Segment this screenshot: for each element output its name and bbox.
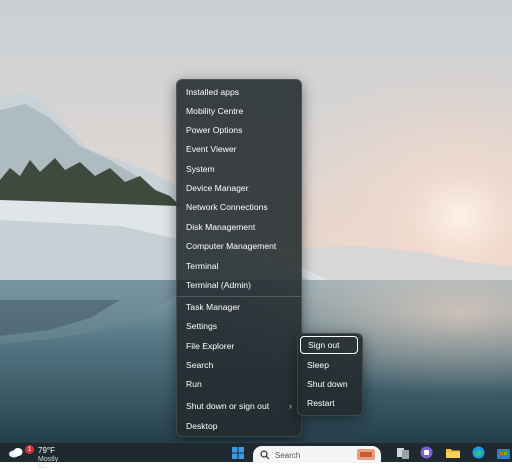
weather-widget[interactable]: 1 79°F Mostly cl... (8, 443, 68, 470)
menu-item-device-manager[interactable]: Device Manager (177, 179, 301, 197)
search-highlight-icon (357, 449, 375, 460)
menu-item-label: Shut down or sign out (186, 401, 270, 411)
menu-item-shut-down-or-sign-out[interactable]: Shut down or sign out › (177, 397, 301, 415)
teams-icon[interactable] (420, 446, 433, 459)
submenu-item-sign-out[interactable]: Sign out (300, 336, 358, 354)
menu-item-installed-apps[interactable]: Installed apps (177, 83, 301, 101)
menu-item-computer-management[interactable]: Computer Management (177, 237, 301, 255)
edge-icon[interactable] (472, 446, 485, 459)
menu-item-desktop[interactable]: Desktop (177, 417, 301, 435)
menu-item-terminal-admin[interactable]: Terminal (Admin) (177, 276, 301, 294)
menu-item-terminal[interactable]: Terminal (177, 257, 301, 275)
search-icon (260, 450, 270, 460)
winx-context-menu: Installed apps Mobility Centre Power Opt… (176, 79, 302, 437)
menu-item-run[interactable]: Run (177, 375, 301, 393)
menu-item-system[interactable]: System (177, 160, 301, 178)
menu-item-power-options[interactable]: Power Options (177, 121, 301, 139)
menu-item-search[interactable]: Search (177, 356, 301, 374)
store-icon[interactable] (497, 447, 510, 459)
menu-item-file-explorer[interactable]: File Explorer (177, 337, 301, 355)
taskbar-search-box[interactable]: Search (253, 446, 381, 463)
shutdown-submenu: Sign out Sleep Shut down Restart (297, 333, 363, 416)
submenu-item-restart[interactable]: Restart (298, 394, 362, 412)
weather-condition: Mostly cl... (38, 456, 59, 470)
windows-start-icon[interactable] (232, 447, 244, 459)
submenu-item-sleep[interactable]: Sleep (298, 356, 362, 374)
submenu-item-shut-down[interactable]: Shut down (298, 375, 362, 393)
search-placeholder: Search (275, 451, 301, 460)
menu-item-task-manager[interactable]: Task Manager (177, 298, 301, 316)
menu-item-network-connections[interactable]: Network Connections (177, 198, 301, 216)
weather-temperature: 79°F (38, 446, 55, 455)
notification-badge: 1 (25, 445, 34, 454)
menu-item-settings[interactable]: Settings (177, 317, 301, 335)
menu-item-event-viewer[interactable]: Event Viewer (177, 140, 301, 158)
menu-item-disk-management[interactable]: Disk Management (177, 218, 301, 236)
cloud-icon (9, 448, 23, 458)
file-explorer-icon[interactable] (446, 447, 460, 458)
task-view-icon[interactable] (397, 447, 409, 459)
taskbar: 1 79°F Mostly cl... Search (0, 442, 512, 470)
chevron-right-icon: › (289, 401, 292, 411)
menu-item-mobility-centre[interactable]: Mobility Centre (177, 102, 301, 120)
menu-separator (177, 296, 301, 297)
